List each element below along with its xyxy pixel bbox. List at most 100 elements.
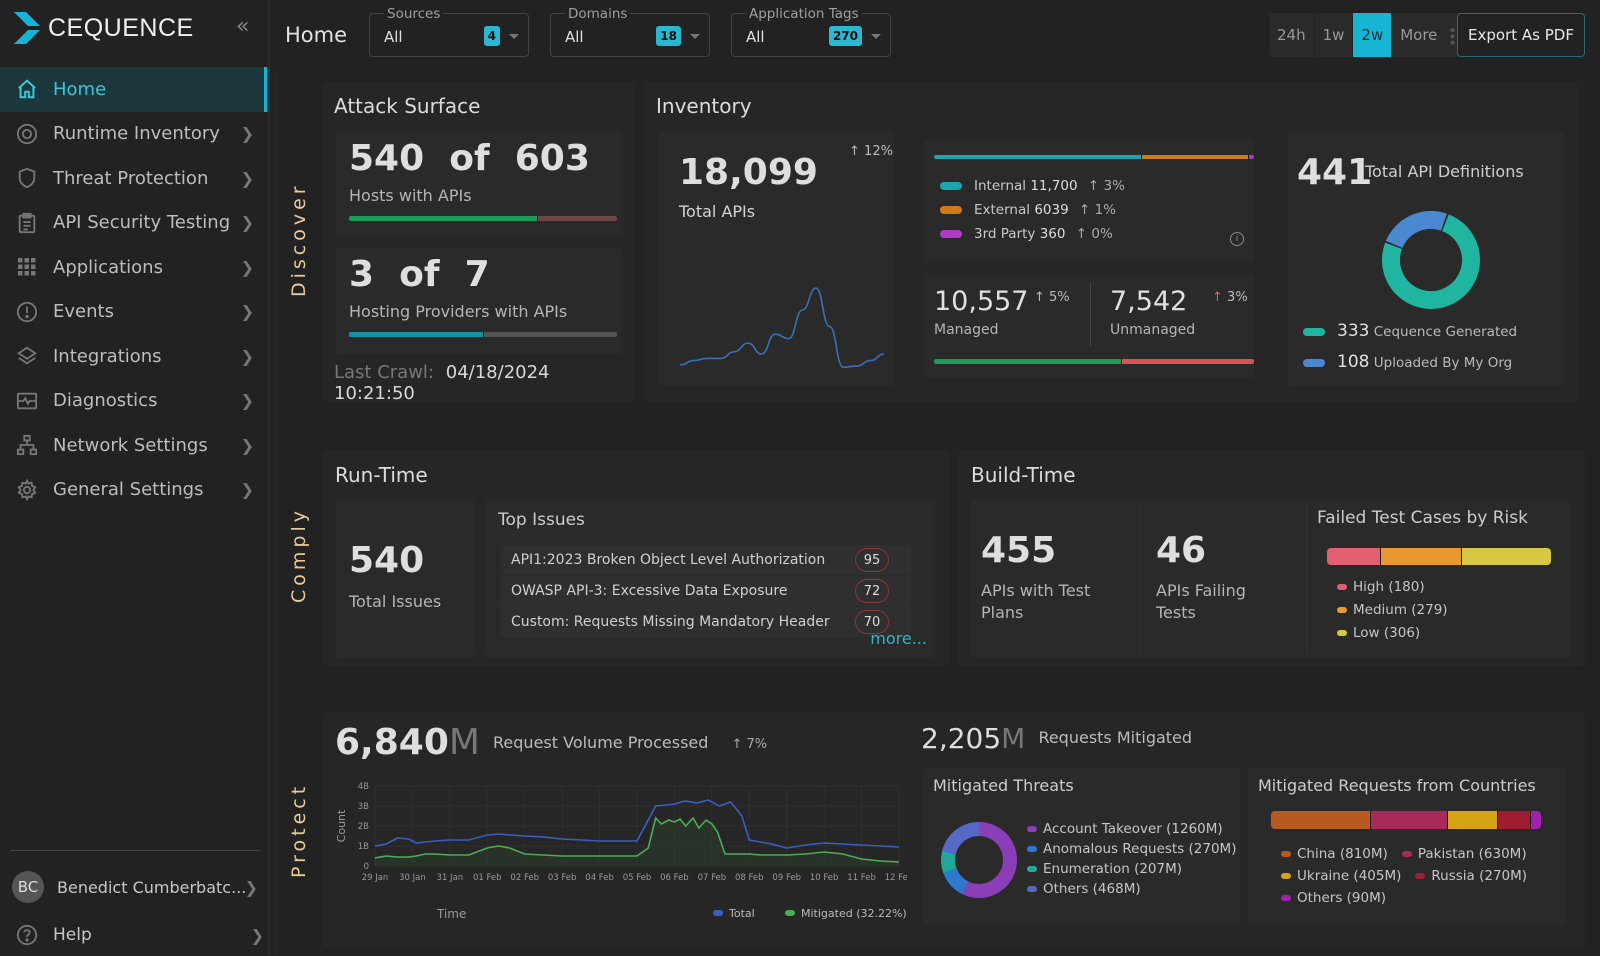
time-range-1w[interactable]: 1w	[1315, 13, 1354, 57]
filter-label: Domains	[565, 6, 631, 22]
issue-row[interactable]: API1:2023 Broken Object Level Authorizat…	[501, 545, 911, 575]
legend-item: Russia (270M)	[1415, 865, 1527, 887]
x-tick-label: 06 Feb	[660, 873, 689, 883]
domains-filter[interactable]: Domains All 18	[550, 6, 710, 57]
section-label-discover: Discover	[288, 182, 310, 298]
mitigated-threats-legend: Account Takeover (1260M) Anomalous Reques…	[1027, 819, 1236, 899]
test-plans-label: APIs with Test Plans	[981, 581, 1091, 622]
more-issues-link[interactable]: more...	[870, 629, 927, 648]
legend-label: Total	[728, 907, 755, 920]
cequence-logo-icon	[14, 12, 40, 44]
legend-name: External	[974, 202, 1031, 218]
sidebar-item-threat-protection[interactable]: Threat Protection ❯	[0, 156, 270, 201]
sidebar-item-network-settings[interactable]: Network Settings ❯	[0, 423, 270, 468]
failing-tests-card[interactable]: 46 APIs Failing Tests	[1139, 500, 1306, 658]
api-definitions-legend: 333 Cequence Generated 108 Uploaded By My…	[1303, 316, 1517, 378]
sidebar-item-diagnostics[interactable]: Diagnostics ❯	[0, 379, 270, 424]
time-range-selector: 24h 1w 2w More •••	[1269, 13, 1468, 57]
sidebar-item-label: General Settings	[53, 479, 204, 501]
shield-icon	[15, 166, 39, 190]
help-menu[interactable]: Help ❯	[15, 922, 265, 948]
providers-card[interactable]: 3 of 7 Hosting Providers with APIs	[335, 248, 623, 354]
filter-value: All	[746, 28, 765, 46]
legend-item: Anomalous Requests (270M)	[1027, 839, 1236, 859]
api-type-breakdown-card: Internal 11,700 ↑ 3% External 6039 ↑ 1% 3r…	[924, 140, 1254, 262]
application-tags-filter[interactable]: Application Tags All 270	[731, 6, 891, 57]
issue-count: 72	[855, 579, 889, 603]
legend-swatch	[1303, 328, 1325, 336]
legend-item: China (810M)	[1281, 843, 1388, 865]
total-issues-card[interactable]: 540 Total Issues	[335, 500, 475, 658]
filter-count-badge: 4	[483, 26, 500, 46]
hosts-label: Hosts with APIs	[349, 186, 472, 205]
y-tick-label: 3B	[358, 802, 369, 812]
hosts-fill	[349, 216, 537, 221]
panel-title: Attack Surface	[334, 94, 481, 118]
total-apis-value: 18,099	[679, 152, 818, 193]
api-definitions-card[interactable]: 441 Total API Definitions 333 Cequence G…	[1287, 132, 1564, 386]
total-apis-card[interactable]: 18,099 Total APIs ↑ 12%	[659, 132, 894, 386]
export-pdf-button[interactable]: Export As PDF	[1457, 13, 1585, 57]
api-definitions-total: 441	[1297, 152, 1373, 193]
x-tick-label: 12 Feb	[885, 873, 907, 883]
legend-swatch	[940, 206, 962, 214]
chevron-right-icon: ❯	[240, 168, 254, 188]
donut-slice	[943, 867, 969, 895]
requests-mitigated-value: 2,205	[921, 722, 1002, 755]
collapse-sidebar-button[interactable]: «	[236, 14, 249, 39]
api-definitions-legend-item: 333 Cequence Generated	[1303, 316, 1517, 347]
test-plans-card[interactable]: 455 APIs with Test Plans	[971, 500, 1139, 658]
legend-item: Medium (279)	[1337, 599, 1448, 622]
issue-row[interactable]: OWASP API-3: Excessive Data Exposure 72	[501, 576, 911, 606]
donut-slice	[1385, 211, 1447, 249]
chevron-right-icon: ❯	[240, 302, 254, 322]
section-label-comply: Comply	[288, 507, 310, 603]
double-chevron-left-icon: «	[236, 14, 250, 39]
x-tick-label: 10 Feb	[810, 873, 839, 883]
mitigated-countries-title: Mitigated Requests from Countries	[1258, 776, 1536, 795]
panel-title: Run-Time	[335, 463, 428, 487]
sidebar-item-label: Applications	[53, 256, 163, 278]
chevron-right-icon: ❯	[244, 877, 258, 897]
x-tick-label: 02 Feb	[510, 873, 539, 883]
filter-count-badge: 18	[656, 26, 681, 46]
user-menu[interactable]: BC Benedict Cumberbatc... ❯	[12, 870, 262, 904]
time-range-2w[interactable]: 2w	[1353, 13, 1393, 57]
legend-value: 333	[1337, 321, 1370, 341]
sidebar: CEQUENCE « Home Runtime Inventory ❯ Thre…	[0, 0, 270, 956]
info-icon[interactable]: i	[1230, 232, 1244, 246]
sidebar-item-runtime-inventory[interactable]: Runtime Inventory ❯	[0, 112, 270, 157]
sources-filter[interactable]: Sources All 4	[369, 6, 529, 57]
time-range-24h[interactable]: 24h	[1269, 13, 1315, 57]
request-volume-headline: 6,840M Request Volume Processed ↑ 7%	[335, 722, 767, 763]
legend-label: High (180)	[1353, 579, 1425, 595]
legend-change: ↑ 0%	[1075, 226, 1113, 242]
chevron-right-icon: ❯	[240, 480, 254, 500]
alert-circle-icon	[15, 300, 39, 324]
sidebar-item-label: Threat Protection	[53, 167, 209, 189]
y-tick-label: 0	[364, 862, 369, 872]
sidebar-item-label: Runtime Inventory	[53, 123, 220, 145]
hosts-card[interactable]: 540 of 603 Hosts with APIs	[335, 130, 623, 236]
chevron-right-icon: ❯	[240, 391, 254, 411]
sidebar-item-integrations[interactable]: Integrations ❯	[0, 334, 270, 379]
chevron-right-icon: ❯	[240, 346, 254, 366]
buildtime-panel: Build-Time 455 APIs with Test Plans 46 A…	[958, 450, 1585, 666]
country-segment	[1370, 811, 1448, 829]
sidebar-item-events[interactable]: Events ❯	[0, 290, 270, 335]
risk-title: Failed Test Cases by Risk	[1317, 508, 1528, 528]
legend-swatch	[1337, 630, 1347, 636]
brand-logo[interactable]: CEQUENCE	[12, 10, 194, 46]
sidebar-item-api-security-testing[interactable]: API Security Testing ❯	[0, 201, 270, 246]
chevron-right-icon: ❯	[250, 925, 264, 945]
api-type-legend-item: 3rd Party 360 ↑ 0%	[940, 222, 1125, 246]
sidebar-item-general-settings[interactable]: General Settings ❯	[0, 468, 270, 513]
countries-stacked-bar	[1271, 811, 1541, 829]
issue-name: Custom: Requests Missing Mandatory Heade…	[511, 614, 830, 630]
issue-row[interactable]: Custom: Requests Missing Mandatory Heade…	[501, 607, 911, 637]
sidebar-item-applications[interactable]: Applications ❯	[0, 245, 270, 290]
issue-count: 95	[855, 548, 889, 572]
sidebar-item-home[interactable]: Home	[0, 67, 270, 112]
legend-value: 6039	[1034, 202, 1069, 218]
request-volume-chart: 29 Jan 30 Jan 31 Jan 01 Feb 02 Feb 03 Feb 04 F…	[335, 782, 907, 921]
